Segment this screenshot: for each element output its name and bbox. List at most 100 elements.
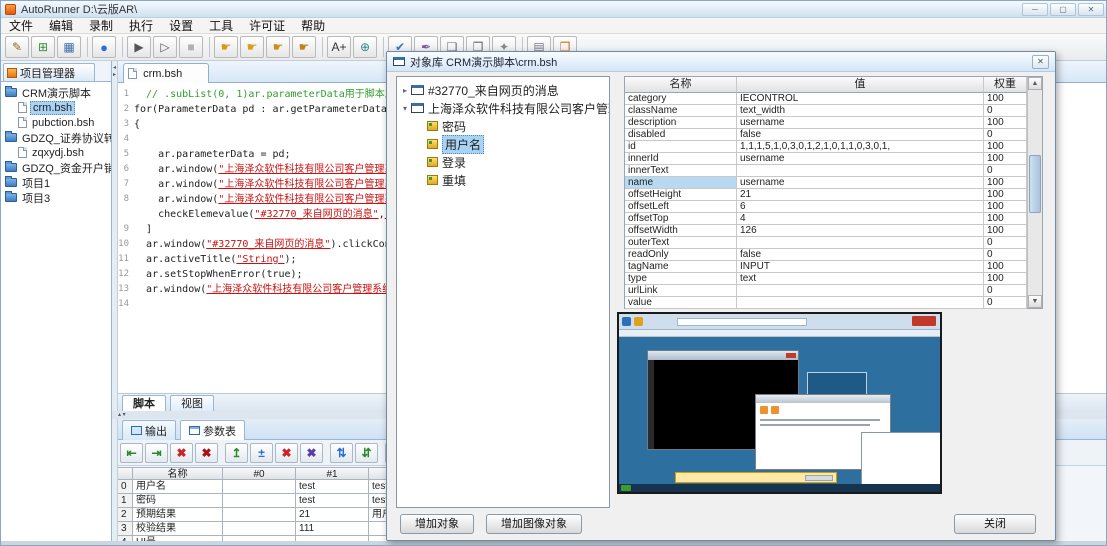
tab-project-manager[interactable]: 项目管理器: [3, 63, 95, 81]
property-value[interactable]: 1,1,1,5,1,0,3,0,1,2,1,0,1,1,0,3,0,1,: [737, 141, 984, 153]
insert-row-after-button[interactable]: ⇥: [145, 443, 168, 463]
add-image-object-button[interactable]: 增加图像对象: [486, 514, 582, 534]
property-row[interactable]: value 0: [625, 297, 1042, 309]
property-weight[interactable]: 0: [984, 285, 1027, 297]
collapse-icon[interactable]: ▾: [399, 104, 411, 113]
project-item-项目3[interactable]: 项目3: [1, 190, 111, 205]
property-name[interactable]: innerId: [625, 153, 737, 165]
menu-工具[interactable]: 工具: [201, 18, 241, 34]
object-item-用户名[interactable]: 用户名: [397, 135, 609, 153]
add-object-button[interactable]: 增加对象: [400, 514, 474, 534]
property-weight[interactable]: 0: [984, 129, 1027, 141]
property-value[interactable]: text: [737, 273, 984, 285]
property-name[interactable]: offsetTop: [625, 213, 737, 225]
property-weight[interactable]: 100: [984, 273, 1027, 285]
property-weight[interactable]: 100: [984, 201, 1027, 213]
delete-all-cols-button[interactable]: ✖: [300, 443, 323, 463]
property-weight[interactable]: 0: [984, 165, 1027, 177]
tab-view[interactable]: 视图: [170, 395, 214, 412]
property-weight[interactable]: 0: [984, 249, 1027, 261]
property-weight[interactable]: 0: [984, 297, 1027, 309]
property-value[interactable]: INPUT: [737, 261, 984, 273]
new-script-button[interactable]: ✎: [5, 36, 29, 58]
project-item-GDZQ_资金开户销户[interactable]: GDZQ_资金开户销户: [1, 160, 111, 175]
property-name[interactable]: description: [625, 117, 737, 129]
property-name[interactable]: offsetHeight: [625, 189, 737, 201]
property-value[interactable]: 4: [737, 213, 984, 225]
insert-col-after-button[interactable]: ±: [250, 443, 273, 463]
object-item-#32770_来自网页的消息[interactable]: ▸#32770_来自网页的消息: [397, 81, 609, 99]
cell[interactable]: [223, 508, 296, 522]
sort-ascending-button[interactable]: ⇅: [330, 443, 353, 463]
property-weight[interactable]: 100: [984, 261, 1027, 273]
property-value[interactable]: [737, 285, 984, 297]
menu-编辑[interactable]: 编辑: [41, 18, 81, 34]
property-weight[interactable]: 100: [984, 117, 1027, 129]
menu-设置[interactable]: 设置: [161, 18, 201, 34]
delete-all-rows-button[interactable]: ✖: [195, 443, 218, 463]
property-value[interactable]: 126: [737, 225, 984, 237]
property-weight[interactable]: 100: [984, 93, 1027, 105]
sort-descending-button[interactable]: ⇵: [355, 443, 378, 463]
close-dialog-button[interactable]: 关闭: [954, 514, 1036, 534]
property-row[interactable]: urlLink0: [625, 285, 1042, 297]
cell[interactable]: 111: [296, 522, 369, 536]
property-row[interactable]: classNametext_width0: [625, 105, 1042, 117]
project-item-项目1[interactable]: 项目1: [1, 175, 111, 190]
property-value[interactable]: false: [737, 129, 984, 141]
font-increase-button[interactable]: A+: [327, 36, 351, 58]
object-tree[interactable]: ▸#32770_来自网页的消息▾上海泽众软件科技有限公司客户管理系统密码用户名登…: [396, 76, 610, 508]
menu-文件[interactable]: 文件: [1, 18, 41, 34]
property-row[interactable]: innerText0: [625, 165, 1042, 177]
property-row[interactable]: offsetWidth126100: [625, 225, 1042, 237]
property-row[interactable]: nameusername100: [625, 177, 1042, 189]
tab-script[interactable]: 脚本: [122, 395, 166, 412]
property-name[interactable]: value: [625, 297, 737, 309]
cell[interactable]: 校验结果: [133, 522, 223, 536]
property-weight[interactable]: 0: [984, 237, 1027, 249]
insert-col-before-button[interactable]: ↥: [225, 443, 248, 463]
property-weight[interactable]: 100: [984, 177, 1027, 189]
cell[interactable]: 密码: [133, 494, 223, 508]
property-row[interactable]: categoryIECONTROL100: [625, 93, 1042, 105]
property-name[interactable]: category: [625, 93, 737, 105]
property-value[interactable]: [737, 237, 984, 249]
property-row[interactable]: offsetHeight21100: [625, 189, 1042, 201]
cell[interactable]: 21: [296, 508, 369, 522]
property-value[interactable]: 6: [737, 201, 984, 213]
project-item-GDZQ_证券协议转账[interactable]: GDZQ_证券协议转账: [1, 130, 111, 145]
property-weight[interactable]: 100: [984, 213, 1027, 225]
property-value[interactable]: false: [737, 249, 984, 261]
menu-执行[interactable]: 执行: [121, 18, 161, 34]
cell[interactable]: [223, 522, 296, 536]
property-value[interactable]: username: [737, 177, 984, 189]
property-weight[interactable]: 100: [984, 225, 1027, 237]
tab-输出[interactable]: 输出: [122, 420, 176, 440]
scroll-down-icon[interactable]: ▼: [1028, 295, 1042, 308]
menu-录制[interactable]: 录制: [81, 18, 121, 34]
property-row[interactable]: outerText 0: [625, 237, 1042, 249]
cell[interactable]: 预期结果: [133, 508, 223, 522]
property-value[interactable]: text_width: [737, 105, 984, 117]
spy-object-1-button[interactable]: ☛: [214, 36, 238, 58]
property-value[interactable]: [737, 297, 984, 309]
scroll-up-icon[interactable]: ▲: [1028, 77, 1042, 90]
browser-button[interactable]: ⊕: [353, 36, 377, 58]
property-name[interactable]: outerText: [625, 237, 737, 249]
property-row[interactable]: offsetLeft6100: [625, 201, 1042, 213]
object-item-密码[interactable]: 密码: [397, 117, 609, 135]
property-name[interactable]: tagName: [625, 261, 737, 273]
property-row[interactable]: readOnlyfalse0: [625, 249, 1042, 261]
tab-参数表[interactable]: 参数表: [180, 420, 245, 440]
property-row[interactable]: typetext100: [625, 273, 1042, 285]
property-name[interactable]: disabled: [625, 129, 737, 141]
property-row[interactable]: offsetTop4100: [625, 213, 1042, 225]
property-name[interactable]: name: [625, 177, 737, 189]
property-name[interactable]: offsetLeft: [625, 201, 737, 213]
cell[interactable]: test: [296, 480, 369, 494]
project-item-zqxydj.bsh[interactable]: zqxydj.bsh: [1, 145, 111, 160]
property-row[interactable]: innerIdusername100: [625, 153, 1042, 165]
save-button[interactable]: ▦: [57, 36, 81, 58]
property-weight[interactable]: 100: [984, 141, 1027, 153]
property-weight[interactable]: 100: [984, 153, 1027, 165]
